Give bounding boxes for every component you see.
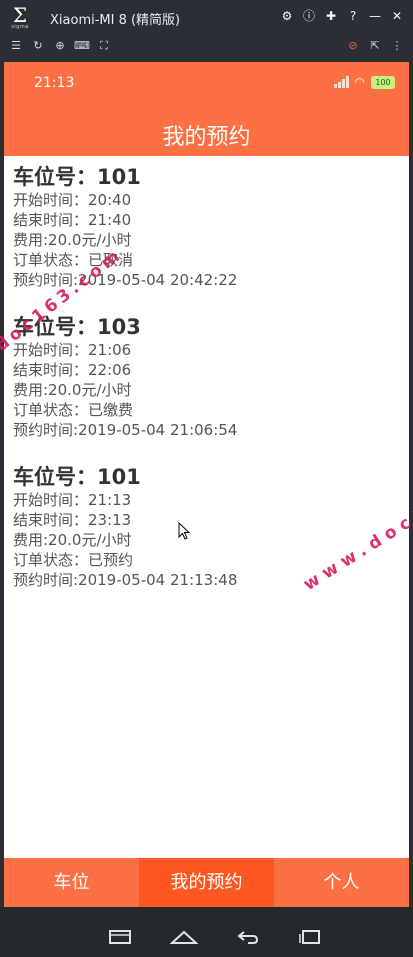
back-icon[interactable]: [236, 929, 260, 945]
reservation-card[interactable]: 车位号：103 开始时间：21:06 结束时间：22:06 费用:20.0元/小…: [13, 314, 403, 440]
booked-time: 预约时间:2019-05-04 21:06:54: [13, 421, 238, 439]
home-icon[interactable]: [170, 929, 198, 945]
phone-screen: 21:13 ◠ 100 我的预约 车位号：101 开始时间：20:40 结束时间…: [4, 62, 409, 907]
sigma-logo: Σ sigma: [6, 3, 34, 30]
battery-icon: 100: [371, 75, 395, 89]
reservation-card[interactable]: 车位号：101 开始时间：20:40 结束时间：21:40 费用:20.0元/小…: [13, 164, 403, 290]
parking-number: 车位号：101: [13, 165, 141, 189]
fullscreen-icon[interactable]: ⛶: [96, 38, 112, 54]
recent-apps-icon[interactable]: [108, 929, 132, 945]
fee: 费用:20.0元/小时: [13, 231, 132, 249]
keyboard-icon[interactable]: ⌨: [74, 38, 90, 54]
wifi-icon: ◠: [354, 75, 365, 89]
tab-profile[interactable]: 个人: [274, 858, 409, 907]
info-icon[interactable]: ⓘ: [301, 8, 317, 24]
logo-label: sigma: [11, 24, 29, 30]
window-controls: ⚙ ⓘ ✚ ? — ✕: [279, 8, 405, 24]
page-title: 我的预约: [162, 125, 251, 150]
menu-icon[interactable]: ☰: [8, 38, 24, 54]
fee: 费用:20.0元/小时: [13, 381, 132, 399]
more-icon[interactable]: ⋮: [389, 38, 405, 54]
end-time: 结束时间：21:40: [13, 211, 132, 229]
app-bar: 我的预约: [4, 106, 409, 156]
rotate-icon[interactable]: ↻: [30, 38, 46, 54]
end-time: 结束时间：23:13: [13, 511, 132, 529]
start-time: 开始时间：20:40: [13, 191, 132, 209]
start-time: 开始时间：21:13: [13, 491, 132, 509]
close-icon[interactable]: ✕: [389, 8, 405, 24]
status-bar: 21:13 ◠ 100: [4, 62, 409, 106]
help-icon[interactable]: ?: [345, 8, 361, 24]
pin-icon[interactable]: ✚: [323, 8, 339, 24]
tab-my-reservations[interactable]: 我的预约: [139, 858, 274, 907]
window-title: Xiaomi-MI 8 (精简版): [50, 13, 181, 28]
bottom-tab-bar: 车位 我的预约 个人: [4, 858, 409, 907]
overview-icon[interactable]: [298, 929, 322, 945]
status-time: 21:13: [34, 75, 75, 91]
parking-number: 车位号：101: [13, 465, 141, 489]
parking-number: 车位号：103: [13, 315, 141, 339]
order-status: 订单状态：已取消: [13, 251, 134, 269]
mute-icon[interactable]: ⊘: [345, 38, 361, 54]
fee: 费用:20.0元/小时: [13, 531, 132, 549]
signal-icon: [333, 76, 349, 88]
emulator-title-bar: Σ sigma Xiaomi-MI 8 (精简版) ⚙ ⓘ ✚ ? — ✕: [0, 0, 413, 34]
mouse-cursor-icon: [178, 522, 190, 540]
emulator-toolbar: ☰ ↻ ⊕ ⌨ ⛶ ⊘ ⇱ ⋮: [0, 34, 413, 58]
android-nav-bar: [0, 907, 413, 957]
gear-icon[interactable]: ⚙: [279, 8, 295, 24]
minimize-icon[interactable]: —: [367, 8, 383, 24]
reservation-list: 车位号：101 开始时间：20:40 结束时间：21:40 费用:20.0元/小…: [4, 156, 409, 856]
order-status: 订单状态：已缴费: [13, 401, 134, 419]
zoom-icon[interactable]: ⊕: [52, 38, 68, 54]
screen-share-icon[interactable]: ⇱: [367, 38, 383, 54]
logo-symbol: Σ: [12, 3, 28, 27]
end-time: 结束时间：22:06: [13, 361, 132, 379]
start-time: 开始时间：21:06: [13, 341, 132, 359]
tab-parking[interactable]: 车位: [4, 858, 139, 907]
